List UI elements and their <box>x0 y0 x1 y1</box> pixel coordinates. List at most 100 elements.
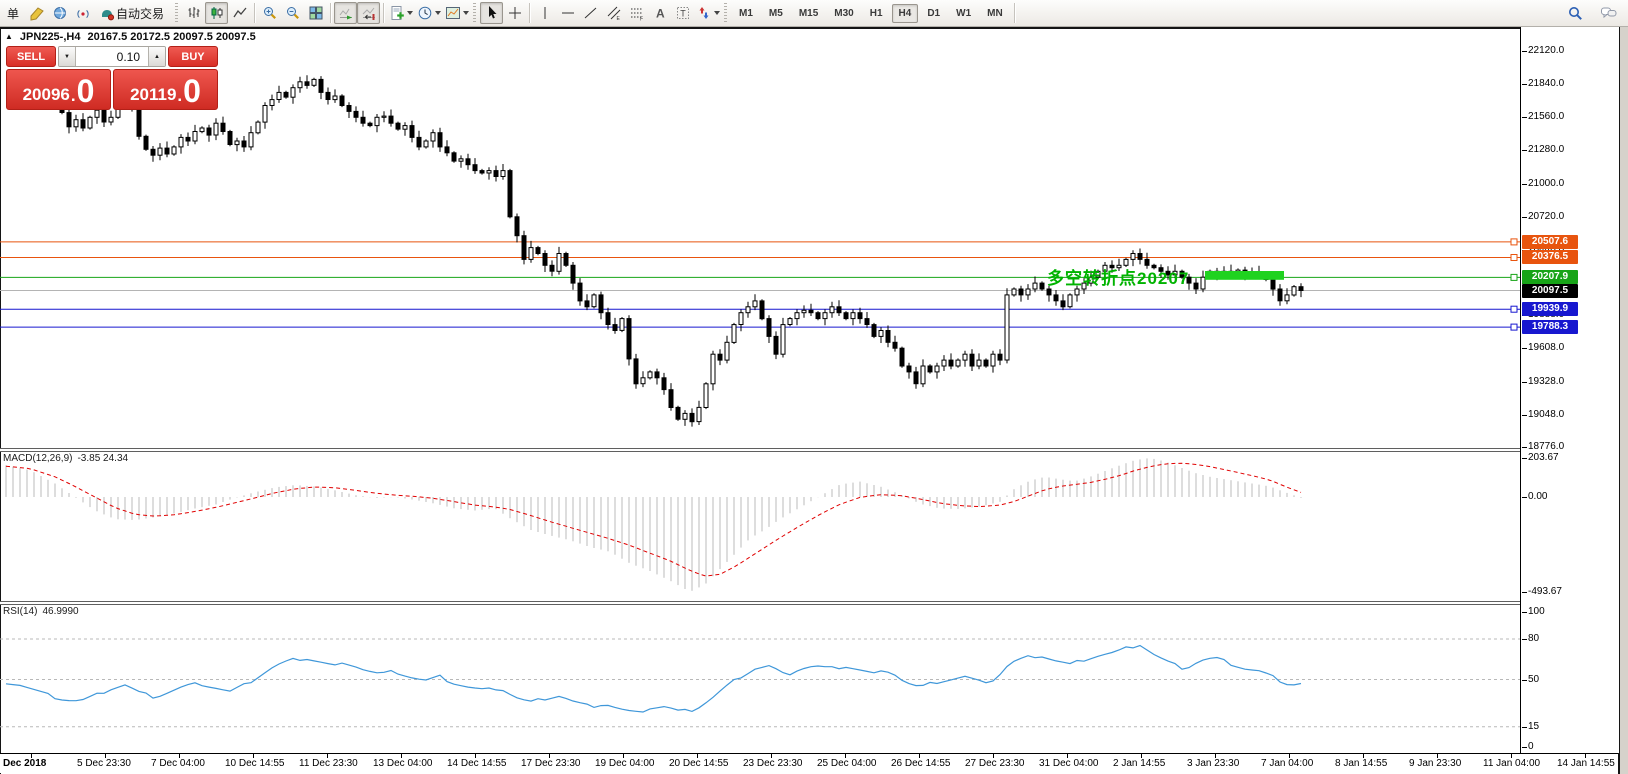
chart-window-border <box>0 27 1628 29</box>
fibonacci-tool[interactable]: F <box>625 2 648 24</box>
time-label: 17 Dec 23:30 <box>521 758 581 769</box>
tile-windows-button[interactable] <box>304 2 327 24</box>
toolbar-grip[interactable] <box>175 3 179 23</box>
time-tick <box>1067 754 1068 758</box>
templates-button[interactable] <box>443 2 471 24</box>
timeframe-h4[interactable]: H4 <box>891 3 919 23</box>
time-label: 11 Dec 23:30 <box>299 758 358 769</box>
rsi-pane[interactable] <box>0 605 1520 753</box>
time-label: 20 Dec 14:55 <box>669 758 729 769</box>
volume-decrease-button[interactable]: ▼ <box>59 47 76 66</box>
chat-button[interactable] <box>1597 2 1620 24</box>
autotrading-icon <box>102 10 115 21</box>
up-arrow-icon: ▲ <box>154 53 160 60</box>
chart-bars-button[interactable] <box>182 2 205 24</box>
candlestick-chart-icon <box>211 7 223 19</box>
time-axis[interactable]: Dec 2018 5 Dec 23:30 7 Dec 04:00 10 Dec 14:… <box>0 753 1618 773</box>
volume-input[interactable]: 0.10 <box>76 47 148 66</box>
sell-price-button[interactable]: 20096. 0 <box>6 69 111 110</box>
indicators-icon <box>391 6 404 20</box>
vertical-line-tool[interactable] <box>533 2 556 24</box>
auto-scroll-button[interactable] <box>334 2 358 24</box>
axis-tick-label: 19608.0 <box>1521 342 1565 354</box>
text-label-tool[interactable]: T <box>671 2 694 24</box>
time-tick <box>993 754 994 758</box>
timeframe-m30[interactable]: M30 <box>827 4 860 23</box>
toolbar-grip[interactable] <box>473 3 477 23</box>
time-label: 5 Dec 23:30 <box>77 758 131 769</box>
price-badge: 20097.5 <box>1522 283 1578 298</box>
one-click-trading-panel: SELL ▼ 0.10 ▲ BUY 20096. 0 20119. 0 <box>6 46 218 110</box>
text-tool[interactable]: A <box>648 2 671 24</box>
equidistant-channel-icon: E <box>607 6 620 21</box>
auto-scroll-icon <box>339 8 352 20</box>
channel-tool[interactable]: E <box>602 2 625 24</box>
timeframe-h1[interactable]: H1 <box>863 4 890 23</box>
vertical-line-icon <box>544 7 546 19</box>
chart-shift-button[interactable] <box>357 2 381 24</box>
timeframe-mn[interactable]: MN <box>980 4 1010 23</box>
axis-tick-label: 21840.0 <box>1521 78 1565 90</box>
time-tick <box>1511 754 1512 758</box>
svg-text:E: E <box>616 16 620 21</box>
trendline-tool[interactable] <box>579 2 602 24</box>
window-edge-strip <box>1620 27 1628 774</box>
timeframe-d1[interactable]: D1 <box>920 4 947 23</box>
autotrading-label: 自动交易 <box>116 6 165 21</box>
metaeditor-button[interactable] <box>25 2 48 24</box>
indicators-button[interactable] <box>387 2 415 24</box>
volume-increase-button[interactable]: ▲ <box>148 47 165 66</box>
sell-button[interactable]: SELL <box>6 46 56 67</box>
chart-candles-button[interactable] <box>205 2 229 24</box>
zoom-out-button[interactable] <box>281 2 304 24</box>
signals-button[interactable] <box>71 2 94 24</box>
time-tick <box>549 754 550 758</box>
buy-price-button[interactable]: 20119. 0 <box>113 69 218 110</box>
price-badge: 19939.9 <box>1522 302 1578 317</box>
axis-tick-label: 80 <box>1521 633 1540 644</box>
symbol-ohlc-info: ▲ JPN225-,H4 20167.5 20172.5 20097.5 200… <box>5 31 256 43</box>
market-button[interactable] <box>48 2 71 24</box>
arrows-tool[interactable] <box>694 2 722 24</box>
trade-panel-toggle[interactable]: ▲ <box>5 32 13 42</box>
arrows-icon <box>699 7 709 19</box>
price-badge: 20507.6 <box>1522 234 1578 249</box>
axis-tick-label: -493.67 <box>1522 585 1562 597</box>
price-chart-pane[interactable] <box>0 30 1520 448</box>
autotrading-button[interactable]: 自动交易 <box>94 2 173 24</box>
buy-button[interactable]: BUY <box>168 46 218 67</box>
periods-button[interactable] <box>415 2 443 24</box>
search-button[interactable] <box>1564 2 1587 24</box>
chart-line-button[interactable] <box>228 2 251 24</box>
time-label: 2 Jan 14:55 <box>1113 758 1166 769</box>
crosshair-icon <box>508 7 521 19</box>
toolbar-separator <box>529 3 531 23</box>
price-axis[interactable]: 22120.0 21840.0 21560.0 21280.0 21000.0 20720… <box>1520 27 1619 753</box>
horizontal-line-tool[interactable] <box>556 2 579 24</box>
crosshair-button[interactable] <box>503 2 526 24</box>
time-tick <box>845 754 846 758</box>
zoom-in-button[interactable] <box>258 2 281 24</box>
timeframe-m15[interactable]: M15 <box>792 4 825 23</box>
axis-tick-label: 22120.0 <box>1521 45 1565 56</box>
toolbar-separator <box>1013 3 1015 23</box>
new-order-button[interactable]: 单 <box>2 2 25 24</box>
axis-tick-label: 21280.0 <box>1521 144 1565 156</box>
toolbar-grip[interactable] <box>724 3 728 23</box>
timeframe-m5[interactable]: M5 <box>762 4 790 23</box>
rsi-name: RSI(14) <box>3 606 38 617</box>
time-label: 10 Dec 14:55 <box>225 758 285 769</box>
axis-tick-label: 0 <box>1522 741 1534 752</box>
bar-chart-icon <box>188 7 200 18</box>
timeframe-w1[interactable]: W1 <box>949 4 978 23</box>
axis-tick-label: 50 <box>1521 673 1540 685</box>
cursor-button[interactable] <box>480 2 504 24</box>
macd-pane[interactable] <box>0 452 1520 601</box>
timeframe-m1[interactable]: M1 <box>732 4 760 23</box>
toolbar-separator <box>330 3 332 23</box>
zoom-in-icon <box>263 7 276 19</box>
time-tick <box>623 754 624 758</box>
svg-text:T: T <box>680 9 686 19</box>
sell-price-pip: 0 <box>76 73 95 109</box>
chart-shift-icon <box>362 7 375 20</box>
